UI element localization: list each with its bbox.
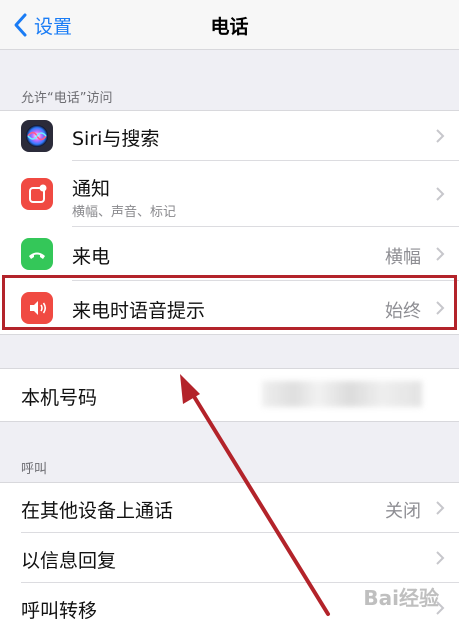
- row-title: 本机号码: [21, 387, 98, 409]
- row-title: 来电时语音提示: [72, 300, 206, 322]
- row-title: Siri与搜索: [72, 128, 160, 150]
- watermark: Bai经验: [363, 586, 439, 610]
- row-value: 始终: [385, 301, 421, 322]
- blurred-phone-number: [262, 381, 422, 407]
- section-header-calls: 呼叫: [21, 462, 48, 477]
- row-title: 在其他设备上通话: [21, 500, 174, 522]
- row-notifications[interactable]: 通知 横幅、声音、标记: [0, 161, 459, 227]
- chevron-right-icon: [436, 247, 445, 261]
- page-title: 电话: [210, 16, 249, 38]
- row-value: 关闭: [385, 501, 421, 522]
- siri-icon: [21, 120, 53, 152]
- row-title: 呼叫转移: [21, 600, 98, 622]
- section-header-allow-access: 允许“电话”访问: [21, 91, 113, 106]
- row-siri-search[interactable]: Siri与搜索: [0, 111, 459, 161]
- chevron-right-icon: [436, 187, 445, 201]
- row-title: 来电: [72, 246, 111, 268]
- row-title: 通知: [72, 178, 111, 200]
- notifications-icon: [21, 178, 53, 210]
- row-subtitle: 横幅、声音、标记: [72, 205, 177, 220]
- chevron-right-icon: [436, 551, 445, 565]
- row-respond-with-text[interactable]: 以信息回复: [0, 533, 459, 583]
- phone-icon: [21, 238, 53, 270]
- row-title: 以信息回复: [21, 550, 117, 572]
- row-calls-on-other-devices[interactable]: 在其他设备上通话 关闭: [0, 483, 459, 533]
- row-incoming-call[interactable]: 来电 横幅: [0, 227, 459, 281]
- access-group: Siri与搜索 通知 横幅、声音、标记 来电 横幅 来电时语音提示 始终: [0, 110, 459, 335]
- row-value: 横幅: [385, 247, 421, 268]
- row-announce-calls[interactable]: 来电时语音提示 始终: [0, 281, 459, 335]
- speaker-icon: [21, 292, 53, 324]
- navigation-bar: 设置 电话: [0, 0, 459, 50]
- chevron-right-icon: [436, 301, 445, 315]
- chevron-right-icon: [436, 129, 445, 143]
- chevron-right-icon: [436, 501, 445, 515]
